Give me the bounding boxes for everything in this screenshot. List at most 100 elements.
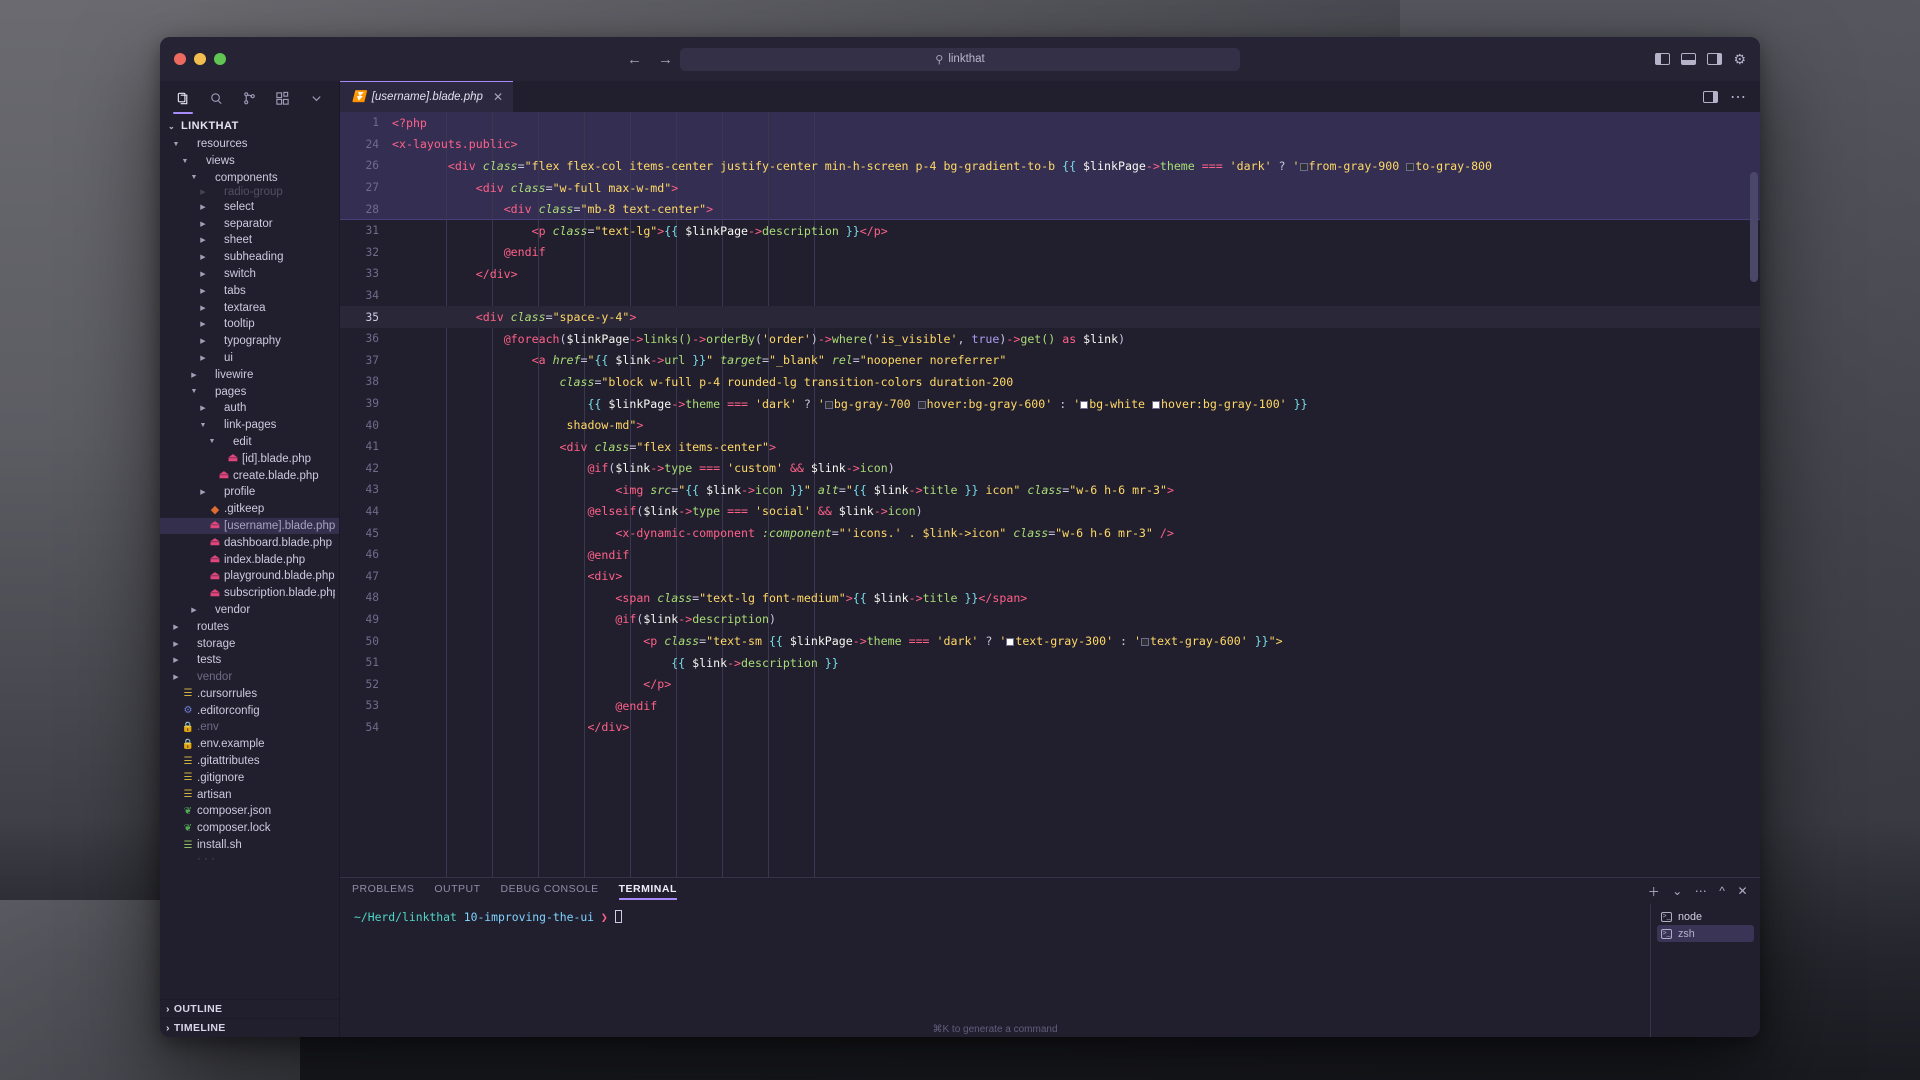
- code-line[interactable]: 28 <div class="mb-8 text-center">: [340, 198, 1760, 220]
- chevron-right-icon[interactable]: ▶: [198, 354, 208, 362]
- tree-item[interactable]: ☰ artisan: [160, 786, 339, 803]
- code-line[interactable]: 50 <p class="text-sm {{ $linkPage->theme…: [340, 630, 1760, 652]
- minimize-window-button[interactable]: [194, 53, 206, 65]
- source-control-icon[interactable]: [237, 85, 263, 111]
- editor-scrollbar[interactable]: [1750, 172, 1758, 282]
- chevron-down-icon[interactable]: ▼: [189, 388, 199, 395]
- tree-item[interactable]: ⏏ create.blade.php: [160, 467, 339, 484]
- tree-item[interactable]: ▶ switch: [160, 266, 339, 283]
- code-line[interactable]: 35 <div class="space-y-4">: [340, 306, 1760, 328]
- tree-item[interactable]: ▶ radio-group: [160, 186, 339, 198]
- files-icon[interactable]: [170, 85, 196, 114]
- chevron-right-icon[interactable]: ▶: [198, 320, 208, 328]
- tree-item[interactable]: ⏏ index.blade.php: [160, 551, 339, 568]
- code-line[interactable]: 39 {{ $linkPage->theme === 'dark' ? ' bg-…: [340, 393, 1760, 415]
- tree-item[interactable]: ◆ .gitkeep: [160, 501, 339, 518]
- chevron-right-icon[interactable]: ▶: [198, 337, 208, 345]
- code-line[interactable]: 45 <x-dynamic-component :component="'ico…: [340, 522, 1760, 544]
- code-line[interactable]: 54 </div>: [340, 717, 1760, 739]
- code-line[interactable]: 42 @if($link->type === 'custom' && $link…: [340, 458, 1760, 480]
- tree-item[interactable]: ▶ separator: [160, 215, 339, 232]
- tree-item[interactable]: ▶ livewire: [160, 366, 339, 383]
- code-line[interactable]: 24 <x-layouts.public>: [340, 134, 1760, 156]
- go-forward-icon[interactable]: →: [658, 51, 673, 68]
- chevron-down-icon[interactable]: [303, 85, 329, 111]
- chevron-right-icon[interactable]: ▶: [189, 371, 199, 379]
- tree-item[interactable]: ▶ vendor: [160, 602, 339, 619]
- code-line[interactable]: 38 class="block w-full p-4 rounded-lg tr…: [340, 371, 1760, 393]
- tree-item[interactable]: ▶ tooltip: [160, 316, 339, 333]
- outline-section-header[interactable]: › OUTLINE: [160, 999, 339, 1018]
- explorer-section-header[interactable]: ⌄ LINKTHAT: [160, 115, 339, 136]
- more-actions-icon[interactable]: ⋯: [1695, 884, 1708, 898]
- tree-item[interactable]: ⏏ subscription.blade.php: [160, 585, 339, 602]
- tree-item[interactable]: 🔒 .env.example: [160, 736, 339, 753]
- tree-item[interactable]: ▼ link-pages: [160, 417, 339, 434]
- tree-item[interactable]: ▼ views: [160, 153, 339, 170]
- toggle-secondary-sidebar-icon[interactable]: [1707, 53, 1723, 65]
- terminal-instance[interactable]: >_ node: [1657, 908, 1754, 925]
- new-terminal-icon[interactable]: ＋: [1648, 883, 1661, 900]
- tree-item[interactable]: ▶ textarea: [160, 299, 339, 316]
- chevron-right-icon[interactable]: ▶: [189, 606, 199, 614]
- tree-item[interactable]: ▶ select: [160, 198, 339, 215]
- code-editor[interactable]: 1 <?php 24 <x-layouts.public> 26 <div class=…: [340, 112, 1760, 877]
- tree-item[interactable]: ▶ tabs: [160, 282, 339, 299]
- chevron-right-icon[interactable]: ▶: [198, 270, 208, 278]
- toggle-panel-icon[interactable]: [1681, 53, 1697, 65]
- code-line[interactable]: 53 @endif: [340, 695, 1760, 717]
- close-icon[interactable]: ✕: [493, 90, 503, 104]
- code-line[interactable]: 41 <div class="flex items-center">: [340, 436, 1760, 458]
- gear-icon[interactable]: ⚙: [1733, 52, 1746, 66]
- tree-item[interactable]: 🔒 .env: [160, 719, 339, 736]
- chevron-right-icon[interactable]: ▶: [198, 236, 208, 244]
- chevron-right-icon[interactable]: ▶: [198, 304, 208, 312]
- code-line[interactable]: 47 <div>: [340, 565, 1760, 587]
- code-line[interactable]: 33 </div>: [340, 263, 1760, 285]
- terminal-instance[interactable]: >_ zsh: [1657, 925, 1754, 942]
- chevron-down-icon[interactable]: ▼: [180, 158, 190, 165]
- extensions-icon[interactable]: [270, 85, 296, 111]
- panel-tab[interactable]: PROBLEMS: [352, 883, 414, 899]
- window-controls[interactable]: [174, 53, 226, 65]
- chevron-right-icon[interactable]: ▶: [171, 673, 181, 681]
- tree-item[interactable]: ▶ typography: [160, 333, 339, 350]
- chevron-right-icon[interactable]: ▶: [198, 488, 208, 496]
- panel-tab[interactable]: OUTPUT: [434, 883, 480, 899]
- tree-item[interactable]: ☰ install.sh: [160, 837, 339, 854]
- tree-item[interactable]: ▼ resources: [160, 136, 339, 153]
- tree-item[interactable]: ▼ components: [160, 170, 339, 187]
- chevron-right-icon[interactable]: ▶: [198, 220, 208, 228]
- tree-item[interactable]: ▶ ui: [160, 350, 339, 367]
- tree-item[interactable]: ▶ tests: [160, 652, 339, 669]
- activity-bar[interactable]: [160, 81, 339, 115]
- tree-item[interactable]: ⏏ [username].blade.php: [160, 517, 339, 535]
- chevron-right-icon[interactable]: ▶: [171, 623, 181, 631]
- close-panel-icon[interactable]: ✕: [1737, 884, 1748, 898]
- terminal-output[interactable]: ~/Herd/linkthat 10-improving-the-ui ❯ ⌘K…: [340, 904, 1650, 1037]
- close-window-button[interactable]: [174, 53, 186, 65]
- code-line[interactable]: 52 </p>: [340, 673, 1760, 695]
- code-line[interactable]: 37 <a href="{{ $link->url }}" target="_b…: [340, 350, 1760, 372]
- chevron-right-icon[interactable]: ▶: [198, 203, 208, 211]
- tree-item[interactable]: ▼ pages: [160, 383, 339, 400]
- code-line[interactable]: 1 <?php: [340, 112, 1760, 134]
- code-line[interactable]: 26 <div class="flex flex-col items-cente…: [340, 155, 1760, 177]
- chevron-right-icon[interactable]: ▶: [171, 656, 181, 664]
- navigation-arrows[interactable]: ← →: [627, 51, 673, 68]
- tree-item[interactable]: ⏏ playground.blade.php: [160, 568, 339, 585]
- terminal-dropdown-icon[interactable]: ⌄: [1672, 884, 1683, 898]
- command-center[interactable]: ⚲ linkthat: [680, 47, 1240, 71]
- split-editor-icon[interactable]: [1703, 90, 1718, 103]
- chevron-right-icon[interactable]: ▶: [198, 253, 208, 261]
- chevron-down-icon[interactable]: ▼: [171, 141, 181, 148]
- terminal-instance-list[interactable]: >_ node >_ zsh: [1650, 904, 1760, 1037]
- panel-tab[interactable]: DEBUG CONSOLE: [501, 883, 599, 899]
- tree-item[interactable]: ☰ .gitignore: [160, 769, 339, 786]
- code-line[interactable]: 44 @elseif($link->type === 'social' && $…: [340, 501, 1760, 523]
- title-bar-actions[interactable]: ⚙: [1655, 52, 1746, 66]
- code-line[interactable]: 43 <img src="{{ $link->icon }}" alt="{{ …: [340, 479, 1760, 501]
- tree-item[interactable]: ⚙ .editorconfig: [160, 702, 339, 719]
- tree-item[interactable]: ▶ subheading: [160, 249, 339, 266]
- code-line[interactable]: 51 {{ $link->description }}: [340, 652, 1760, 674]
